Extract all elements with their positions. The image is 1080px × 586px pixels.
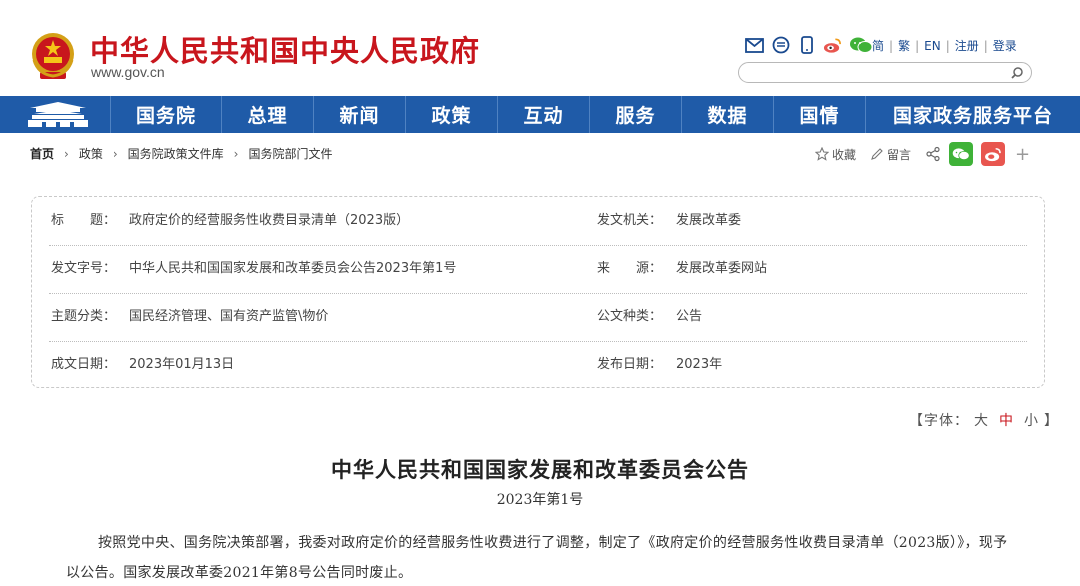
language-login-links: 简 | 繁 | EN | 注册 | 登录: [872, 37, 1017, 54]
font-size-switcher: 【字体： 大 中 小 】: [909, 410, 1059, 430]
collect-label: 收藏: [832, 147, 857, 162]
share-button[interactable]: [925, 146, 941, 162]
separator: |: [915, 38, 920, 53]
login-link[interactable]: 登录: [993, 37, 1017, 54]
nav-item-news[interactable]: 新闻: [313, 96, 405, 133]
english-link[interactable]: EN: [924, 39, 941, 53]
share-bar: 收藏 留言 +: [815, 142, 1030, 166]
search-input[interactable]: [749, 64, 1009, 84]
site-url[interactable]: www.gov.cn: [91, 64, 165, 80]
share-wechat-icon[interactable]: [949, 142, 974, 166]
info-value: 公告: [676, 309, 703, 324]
nav-item-state-council[interactable]: 国务院: [110, 96, 221, 133]
info-value: 政府定价的经营服务性收费目录清单（2023版）: [129, 213, 410, 228]
info-row-category: 主题分类： 国民经济管理、国有资产监管\物价 公文种类： 公告: [49, 293, 1027, 341]
info-value: 2023年01月13日: [129, 357, 235, 372]
info-label: 发文机关：: [597, 213, 663, 228]
info-value: 发展改革委网站: [676, 261, 768, 276]
font-size-medium[interactable]: 中: [999, 410, 1014, 430]
tiananmen-icon[interactable]: [0, 96, 110, 133]
info-value: 发展改革委: [676, 213, 742, 228]
nav-item-data[interactable]: 数据: [681, 96, 773, 133]
nav-item-interaction[interactable]: 互动: [497, 96, 589, 133]
info-label: 来 源：: [597, 261, 663, 276]
search-icon[interactable]: [1009, 65, 1025, 81]
site-header: 中华人民共和国中央人民政府 www.gov.cn 简 | 繁 | EN | 注册…: [0, 0, 1080, 96]
share-icon: [926, 146, 940, 162]
collect-button[interactable]: 收藏: [815, 146, 856, 163]
breadcrumb: 首页 › 政策 › 国务院政策文件库 › 国务院部门文件: [30, 145, 333, 162]
info-value: 中华人民共和国国家发展和改革委员会公告2023年第1号: [129, 261, 457, 276]
chevron-right-icon: ›: [233, 146, 239, 161]
nav-item-national-info[interactable]: 国情: [773, 96, 865, 133]
font-size-label: 【字体：: [909, 413, 969, 429]
chevron-right-icon: ›: [112, 146, 118, 161]
article-subtitle: 2023年第1号: [496, 492, 584, 508]
more-share-button[interactable]: +: [1015, 144, 1030, 165]
info-label: 公文种类：: [597, 309, 663, 324]
star-icon: [815, 147, 829, 161]
search-box: [738, 62, 1032, 84]
info-label: 标 题：: [51, 213, 117, 228]
weibo-icon[interactable]: [823, 36, 842, 54]
info-value: 2023年: [676, 357, 723, 372]
breadcrumb-policy-library[interactable]: 国务院政策文件库: [128, 145, 224, 162]
info-label: 发布日期：: [597, 357, 663, 372]
comment-button[interactable]: 留言: [870, 146, 911, 163]
main-nav: 国务院 总理 新闻 政策 互动 服务 数据 国情 国家政务服务平台: [0, 96, 1080, 133]
font-size-large[interactable]: 大: [974, 410, 989, 430]
nav-item-premier[interactable]: 总理: [221, 96, 313, 133]
info-row-dates: 成文日期： 2023年01月13日 发布日期： 2023年: [49, 341, 1027, 389]
font-size-close-bracket: 】: [1044, 413, 1059, 429]
nav-item-services[interactable]: 服务: [589, 96, 681, 133]
share-weibo-icon[interactable]: [981, 142, 1006, 166]
wechat-icon[interactable]: [849, 36, 873, 54]
info-label: 主题分类：: [51, 309, 117, 324]
traditional-link[interactable]: 繁: [898, 37, 910, 54]
info-row-doc-number: 发文字号： 中华人民共和国国家发展和改革委员会公告2023年第1号 来 源： 发…: [49, 245, 1027, 293]
separator: |: [983, 38, 988, 53]
mail-icon[interactable]: [745, 36, 764, 54]
breadcrumb-department-files[interactable]: 国务院部门文件: [248, 145, 332, 162]
nav-item-gov-service-platform[interactable]: 国家政务服务平台: [865, 96, 1080, 133]
separator: |: [945, 38, 950, 53]
info-row-title: 标 题： 政府定价的经营服务性收费目录清单（2023版） 发文机关： 发展改革委: [49, 197, 1027, 245]
simplified-link[interactable]: 简: [872, 37, 884, 54]
font-size-small[interactable]: 小: [1024, 410, 1039, 430]
article-body: 按照党中央、国务院决策部署，我委对政府定价的经营服务性收费进行了调整，制定了《政…: [66, 535, 1008, 581]
nav-items: 国务院 总理 新闻 政策 互动 服务 数据 国情 国家政务服务平台: [110, 96, 1080, 133]
comment-label: 留言: [887, 147, 912, 162]
breadcrumb-home[interactable]: 首页: [30, 145, 54, 162]
info-label: 发文字号：: [51, 261, 117, 276]
top-icon-bar: [745, 35, 873, 55]
separator: |: [889, 38, 894, 53]
breadcrumb-policy[interactable]: 政策: [79, 145, 103, 162]
chevron-right-icon: ›: [64, 146, 69, 161]
info-label: 成文日期：: [51, 357, 117, 372]
document-info-box: 标 题： 政府定价的经营服务性收费目录清单（2023版） 发文机关： 发展改革委…: [31, 196, 1045, 388]
mobile-icon[interactable]: [797, 36, 816, 54]
register-link[interactable]: 注册: [955, 37, 979, 54]
national-emblem-icon[interactable]: [30, 30, 76, 82]
article-title: 中华人民共和国国家发展和改革委员会公告: [331, 457, 749, 482]
info-value: 国民经济管理、国有资产监管\物价: [129, 309, 329, 324]
message-icon[interactable]: [771, 36, 790, 54]
nav-item-policy[interactable]: 政策: [405, 96, 497, 133]
pencil-icon: [871, 148, 883, 160]
